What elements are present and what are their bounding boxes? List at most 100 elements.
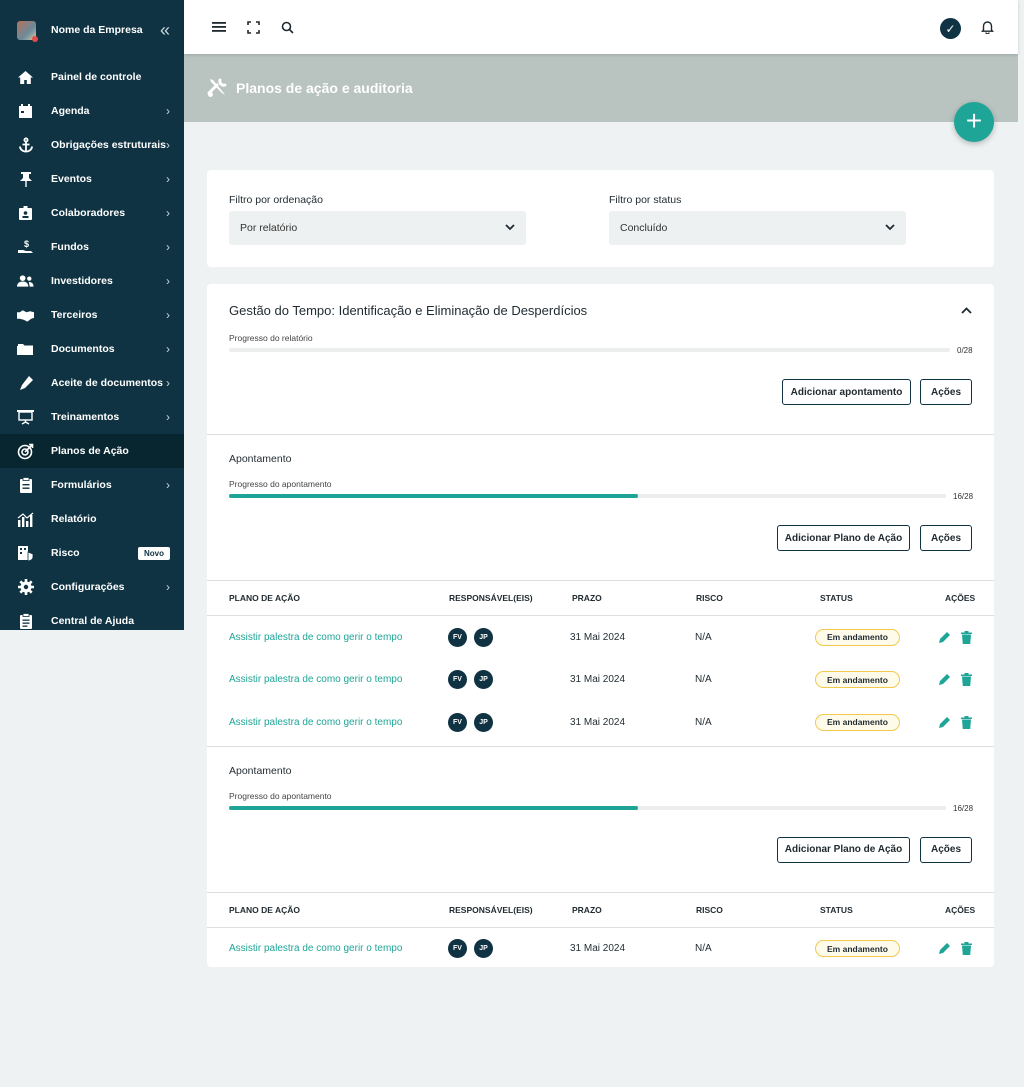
- responsible-avatar[interactable]: JP: [474, 627, 493, 647]
- order-filter-select[interactable]: Por relatório: [229, 211, 526, 245]
- table-row: Assistir palestra de como gerir o tempo F…: [207, 616, 994, 658]
- collapse-sidebar-icon[interactable]: «: [160, 20, 170, 41]
- responsible-avatar[interactable]: JP: [474, 712, 493, 732]
- sidebar-item-label: Formulários: [51, 479, 112, 491]
- sidebar-item-label: Risco: [51, 547, 80, 559]
- user-status-icon[interactable]: ✓: [940, 18, 961, 39]
- sidebar-item-label: Documentos: [51, 343, 115, 355]
- chevron-right-icon: ›: [166, 376, 170, 390]
- sidebar-item-1[interactable]: Agenda ›: [0, 94, 184, 128]
- column-header-plan: PLANO DE AÇÃO: [229, 593, 300, 603]
- finding-progress-count: 16/28: [953, 492, 974, 501]
- responsible-avatar[interactable]: FV: [448, 939, 467, 958]
- topbar: ✓: [184, 0, 1018, 54]
- sidebar-item-label: Terceiros: [51, 309, 98, 321]
- chevron-right-icon: ›: [166, 308, 170, 322]
- pin-icon: [17, 171, 34, 188]
- risk-cell: N/A: [695, 631, 712, 643]
- action-plan-link[interactable]: Assistir palestra de como gerir o tempo: [229, 701, 402, 743]
- sidebar-item-13[interactable]: Relatório: [0, 502, 184, 536]
- pen-icon: [17, 375, 34, 392]
- chevron-down-icon: [505, 222, 515, 234]
- sidebar-item-14[interactable]: Risco Novo: [0, 536, 184, 570]
- trash-icon[interactable]: [959, 715, 973, 729]
- fullscreen-icon[interactable]: [244, 18, 262, 36]
- status-filter-value: Concluído: [620, 222, 668, 234]
- finding-progress-bar: [229, 494, 946, 498]
- sidebar-item-label: Treinamentos: [51, 411, 120, 423]
- row-actions: [937, 701, 981, 743]
- finding-progress-bar: [229, 805, 946, 810]
- risk-cell: N/A: [695, 943, 712, 954]
- menu-icon[interactable]: [210, 18, 228, 36]
- responsible-avatars: FV JP: [448, 928, 500, 970]
- chevron-right-icon: ›: [166, 172, 170, 186]
- finding-actions-button[interactable]: Ações: [920, 525, 972, 551]
- clipboard-icon: [17, 477, 34, 494]
- status-badge: Em andamento: [815, 713, 900, 731]
- status-filter-select[interactable]: Concluído: [609, 211, 906, 245]
- sidebar-item-0[interactable]: Painel de controle: [0, 60, 184, 94]
- finding-title: Apontamento: [229, 764, 292, 777]
- bell-icon[interactable]: [981, 20, 994, 37]
- finding-actions-button[interactable]: Ações: [920, 836, 972, 863]
- sidebar-item-10[interactable]: Treinamentos ›: [0, 400, 184, 434]
- edit-icon[interactable]: [937, 715, 951, 729]
- sidebar-item-label: Fundos: [51, 241, 89, 253]
- sidebar: Nome da Empresa « Painel de controle Agen…: [0, 0, 184, 630]
- sidebar-item-9[interactable]: Aceite de documentos ›: [0, 366, 184, 400]
- add-fab-button[interactable]: +: [954, 102, 994, 142]
- company-avatar[interactable]: [17, 20, 38, 42]
- edit-icon[interactable]: [937, 673, 951, 687]
- add-action-plan-button[interactable]: Adicionar Plano de Ação: [777, 836, 910, 863]
- bar-chart-icon: [17, 511, 34, 528]
- chevron-right-icon: ›: [166, 342, 170, 356]
- sidebar-item-15[interactable]: Configurações ›: [0, 570, 184, 604]
- status-cell: Em andamento: [815, 701, 900, 743]
- sidebar-item-6[interactable]: Investidores ›: [0, 264, 184, 298]
- add-action-plan-button[interactable]: Adicionar Plano de Ação: [777, 525, 910, 551]
- edit-icon[interactable]: [937, 630, 951, 644]
- responsible-avatar[interactable]: FV: [448, 712, 467, 732]
- column-header-deadline: PRAZO: [572, 904, 602, 915]
- table-top-divider: [207, 580, 994, 581]
- sidebar-item-4[interactable]: Colaboradores ›: [0, 196, 184, 230]
- add-finding-button[interactable]: Adicionar apontamento: [782, 379, 911, 405]
- search-icon[interactable]: [278, 18, 296, 36]
- trash-icon[interactable]: [959, 942, 973, 956]
- risk-cell: N/A: [695, 674, 712, 685]
- edit-icon[interactable]: [937, 942, 951, 956]
- action-plan-link[interactable]: Assistir palestra de como gerir o tempo: [229, 928, 402, 970]
- trash-icon[interactable]: [959, 673, 973, 687]
- responsible-avatar[interactable]: FV: [448, 627, 467, 647]
- sidebar-item-8[interactable]: Documentos ›: [0, 332, 184, 366]
- deadline-cell: 31 Mai 2024: [570, 631, 626, 643]
- deadline-cell: 31 Mai 2024: [570, 716, 626, 728]
- action-plan-link[interactable]: Assistir palestra de como gerir o tempo: [229, 659, 402, 701]
- report-title: Gestão do Tempo: Identificação e Elimina…: [229, 303, 588, 318]
- report-header: Gestão do Tempo: Identificação e Elimina…: [229, 303, 972, 318]
- chevron-right-icon: ›: [166, 104, 170, 118]
- sidebar-item-7[interactable]: Terceiros ›: [0, 298, 184, 332]
- report-actions-button[interactable]: Ações: [920, 379, 972, 405]
- sidebar-nav: Painel de controle Agenda › Obrigações estr…: [0, 60, 184, 638]
- column-header-deadline: PRAZO: [572, 593, 602, 603]
- company-name: Nome da Empresa: [51, 24, 143, 36]
- sidebar-item-3[interactable]: Eventos ›: [0, 162, 184, 196]
- responsible-avatar[interactable]: JP: [474, 939, 493, 958]
- status-badge: Em andamento: [815, 671, 900, 688]
- sidebar-item-5[interactable]: $ Fundos ›: [0, 230, 184, 264]
- chevron-right-icon: ›: [166, 274, 170, 288]
- sidebar-item-16[interactable]: Central de Ajuda: [0, 604, 184, 638]
- column-header-plan: PLANO DE AÇÃO: [229, 904, 300, 915]
- action-plan-link[interactable]: Assistir palestra de como gerir o tempo: [229, 616, 402, 658]
- sidebar-item-12[interactable]: Formulários ›: [0, 468, 184, 502]
- sidebar-item-label: Agenda: [51, 105, 90, 117]
- chevron-up-icon[interactable]: [961, 305, 972, 317]
- sidebar-item-2[interactable]: Obrigações estruturais ›: [0, 128, 184, 162]
- sidebar-item-11[interactable]: Planos de Ação: [0, 434, 184, 468]
- trash-icon[interactable]: [959, 630, 973, 644]
- filter-card: Filtro por ordenação Por relatório Filtr…: [207, 170, 994, 267]
- responsible-avatar[interactable]: JP: [474, 670, 493, 689]
- responsible-avatar[interactable]: FV: [448, 670, 467, 689]
